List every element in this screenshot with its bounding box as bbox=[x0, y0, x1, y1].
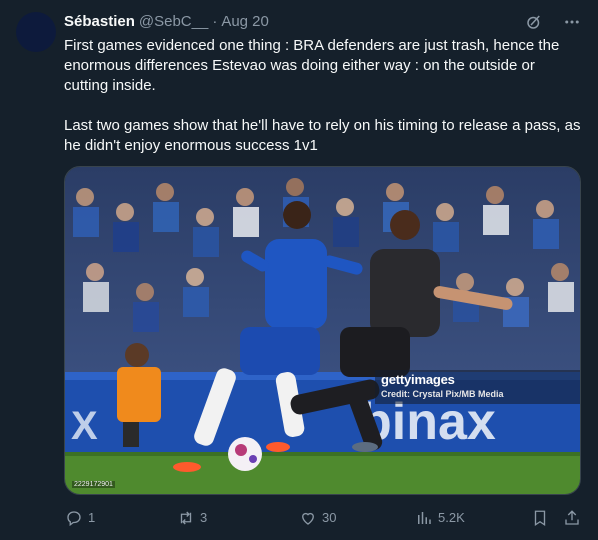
tweet-header: Sébastien @SebC__ · Aug 20 bbox=[64, 12, 582, 32]
heart-icon bbox=[298, 508, 318, 528]
image-id: 2229172901 bbox=[72, 481, 115, 488]
author-handle[interactable]: @SebC__ bbox=[139, 12, 208, 32]
tweet-paragraph: Last two games show that he'll have to r… bbox=[64, 117, 581, 154]
photo-credit: Credit: Crystal Pix/MB Media bbox=[381, 389, 504, 399]
views-button[interactable]: 5.2K bbox=[414, 508, 465, 528]
bookmark-button[interactable] bbox=[530, 508, 550, 528]
share-button[interactable] bbox=[562, 508, 582, 528]
tweet-time[interactable]: Aug 20 bbox=[221, 12, 269, 32]
tweet-media-photo[interactable]: binax X gettyimages Credit: Crystal Pix/… bbox=[64, 166, 581, 495]
retweet-button[interactable]: 3 bbox=[176, 508, 207, 528]
grok-icon[interactable] bbox=[524, 12, 544, 32]
like-button[interactable]: 30 bbox=[298, 508, 336, 528]
retweet-icon bbox=[176, 508, 196, 528]
more-icon[interactable] bbox=[562, 12, 582, 32]
getty-watermark: gettyimages bbox=[381, 372, 455, 387]
reply-icon bbox=[64, 508, 84, 528]
tweet-actions: 1 3 30 5.2K bbox=[64, 508, 582, 528]
reply-count: 1 bbox=[88, 510, 96, 525]
avatar[interactable] bbox=[16, 12, 56, 52]
football-photo: binax X bbox=[65, 167, 580, 494]
tweet[interactable]: Sébastien @SebC__ · Aug 20 First games e… bbox=[0, 0, 598, 540]
views-icon bbox=[414, 508, 434, 528]
author-name[interactable]: Sébastien bbox=[64, 12, 135, 32]
svg-text:X: X bbox=[71, 404, 98, 448]
share-icon bbox=[562, 508, 582, 528]
tweet-text: First games evidenced one thing : BRA de… bbox=[64, 36, 582, 156]
tweet-paragraph: First games evidenced one thing : BRA de… bbox=[64, 37, 560, 94]
retweet-count: 3 bbox=[200, 510, 208, 525]
bookmark-icon bbox=[530, 508, 550, 528]
view-count: 5.2K bbox=[438, 510, 465, 525]
reply-button[interactable]: 1 bbox=[64, 508, 95, 528]
like-count: 30 bbox=[322, 510, 337, 525]
separator-dot: · bbox=[212, 13, 218, 30]
